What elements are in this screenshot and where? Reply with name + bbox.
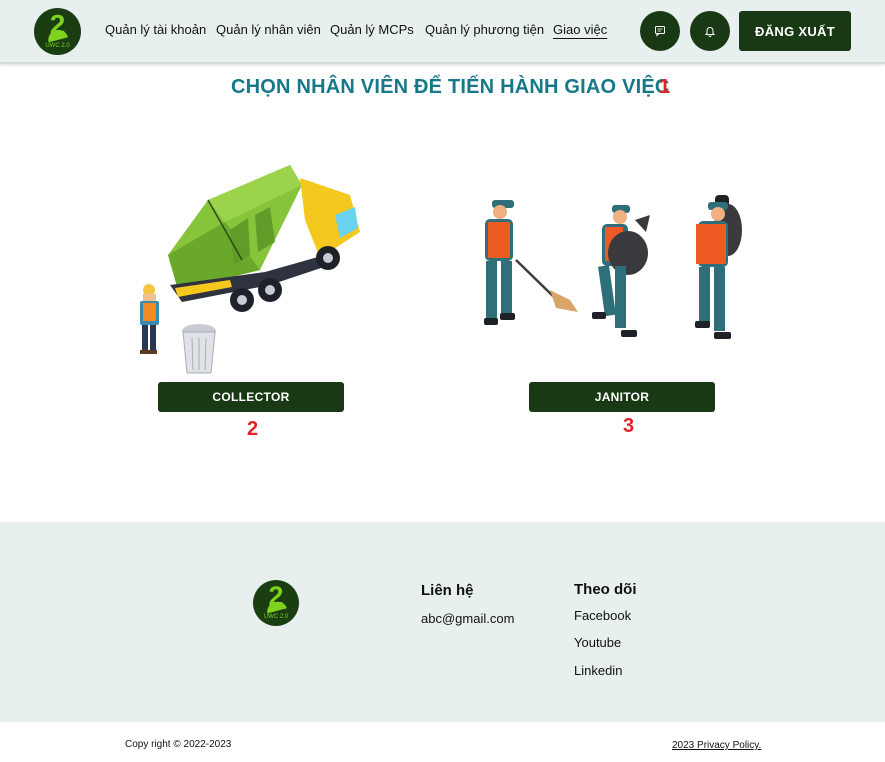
copyright-text: Copy right © 2022-2023 <box>125 739 232 750</box>
contact-email[interactable]: abc@gmail.com <box>421 611 514 626</box>
footer-logo[interactable]: 2 UWC 2.0 <box>253 580 299 626</box>
logo-text: UWC 2.0 <box>45 43 70 49</box>
notification-button[interactable] <box>690 11 730 51</box>
nav-staff-management[interactable]: Quản lý nhân viên <box>216 22 321 37</box>
youtube-link[interactable]: Youtube <box>574 635 621 650</box>
footer-logo-text: UWC 2.0 <box>263 614 289 620</box>
collector-button[interactable]: COLLECTOR <box>158 382 344 412</box>
collector-illustration[interactable] <box>130 160 375 380</box>
privacy-policy-link[interactable]: 2023 Privacy Policy. <box>672 740 761 751</box>
nav-mcp-management[interactable]: Quản lý MCPs <box>330 22 414 37</box>
marker-1: 1 <box>659 76 671 98</box>
nav-vehicle-management[interactable]: Quản lý phương tiện <box>425 22 544 37</box>
bell-icon <box>704 27 716 37</box>
janitor-button[interactable]: JANITOR <box>529 382 715 412</box>
top-navbar: 2 UWC 2.0 Quản lý tài khoản Quản lý nhân… <box>0 0 885 64</box>
logout-button[interactable]: ĐĂNG XUẤT <box>739 11 851 51</box>
facebook-link[interactable]: Facebook <box>574 608 631 623</box>
marker-3: 3 <box>623 415 635 437</box>
uwc-logo[interactable]: 2 UWC 2.0 <box>34 8 81 55</box>
follow-heading: Theo dõi <box>574 581 637 598</box>
nav-account-management[interactable]: Quản lý tài khoản <box>105 22 206 37</box>
contact-heading: Liên hệ <box>421 582 474 599</box>
nav-task-assignment[interactable]: Giao việc <box>553 22 607 37</box>
page-title: CHỌN NHÂN VIÊN ĐỂ TIẾN HÀNH GIAO VIỆC <box>231 76 670 98</box>
marker-2: 2 <box>247 418 259 440</box>
chat-button[interactable] <box>640 11 680 51</box>
janitor-illustration[interactable] <box>470 190 750 350</box>
linkedin-link[interactable]: Linkedin <box>574 663 622 678</box>
chat-icon <box>655 26 665 37</box>
